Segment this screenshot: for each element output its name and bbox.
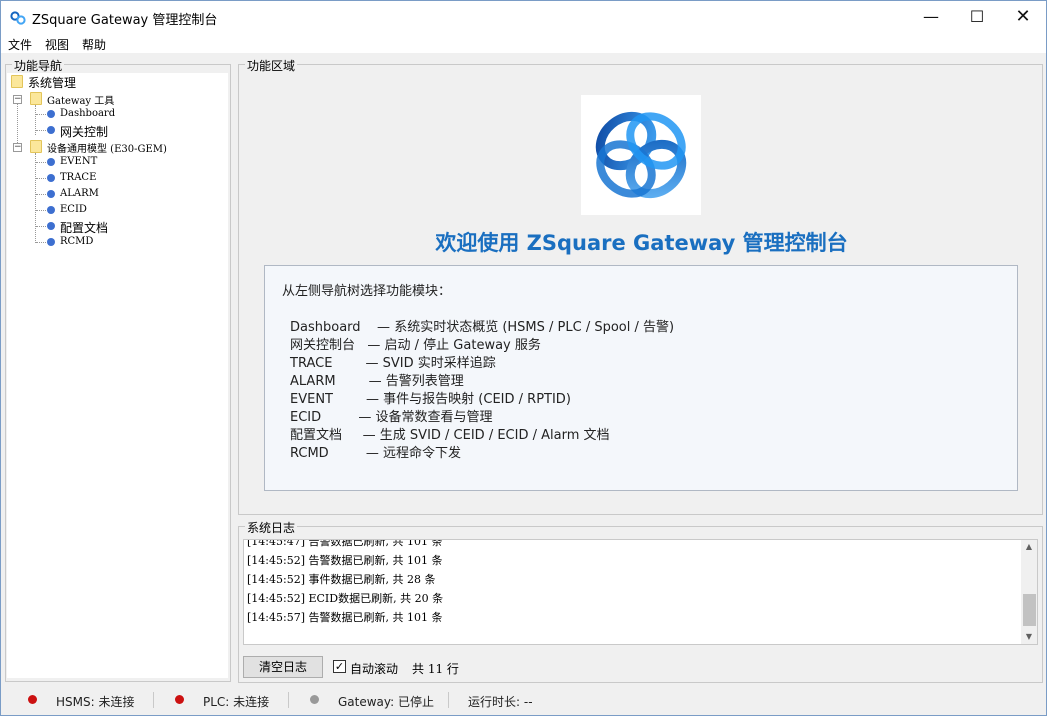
- node-bullet-icon: [47, 110, 55, 118]
- tree-item-label: Dashboard: [60, 108, 116, 119]
- log-line: [14:45:52] ECID数据已刷新, 共 20 条: [247, 592, 444, 605]
- log-line: [14:45:47] 告警数据已刷新, 共 101 条: [247, 539, 443, 548]
- gateway-status-dot-icon: [310, 695, 319, 704]
- nav-tree[interactable]: 系统管理 − Gateway 工具 Dashboard 网关控制 − 设备通用模…: [7, 73, 228, 678]
- info-line-config: 配置文档 — 生成 SVID / CEID / ECID / Alarm 文档: [290, 428, 610, 443]
- tree-root-label: 系统管理: [28, 76, 77, 90]
- tree-item-ecid[interactable]: ECID: [7, 203, 228, 219]
- folder-icon: [30, 140, 42, 153]
- tree-item-event[interactable]: EVENT: [7, 155, 228, 171]
- tree-item-trace[interactable]: TRACE: [7, 171, 228, 187]
- status-bar: HSMS: 未连接 PLC: 未连接 Gateway: 已停止 运行时长: --: [1, 687, 1046, 715]
- main-window: ZSquare Gateway 管理控制台 — ☐ ✕ 文件 视图 帮助 功能导…: [0, 0, 1047, 716]
- collapse-icon[interactable]: −: [13, 143, 22, 152]
- tree-item-label: RCMD: [60, 236, 94, 247]
- tree-item-label: ALARM: [60, 188, 99, 199]
- tree-item-label: 配置文档: [60, 221, 109, 235]
- log-line: [14:45:57] 告警数据已刷新, 共 101 条: [247, 611, 443, 624]
- tree-group-model[interactable]: − 设备通用模型 (E30-GEM): [7, 139, 228, 155]
- node-bullet-icon: [47, 238, 55, 246]
- uptime-status: 运行时长: --: [468, 695, 533, 709]
- maximize-button[interactable]: ☐: [954, 1, 1000, 33]
- log-line: [14:45:52] 事件数据已刷新, 共 28 条: [247, 573, 436, 586]
- status-divider: [153, 692, 154, 708]
- tree-item-label: 网关控制: [60, 125, 109, 139]
- function-panel-title: 功能区域: [245, 57, 298, 74]
- node-bullet-icon: [47, 126, 55, 134]
- scroll-up-icon[interactable]: ▲: [1021, 540, 1037, 554]
- tree-root[interactable]: 系统管理: [7, 74, 228, 90]
- status-divider: [448, 692, 449, 708]
- gateway-status: Gateway: 已停止: [338, 695, 434, 709]
- plc-status-dot-icon: [175, 695, 184, 704]
- tree-item-config-doc[interactable]: 配置文档: [7, 219, 228, 235]
- log-scrollbar[interactable]: ▲ ▼: [1021, 540, 1037, 644]
- minimize-button[interactable]: —: [908, 1, 954, 33]
- node-bullet-icon: [47, 190, 55, 198]
- tree-item-label: EVENT: [60, 156, 98, 167]
- tree-item-alarm[interactable]: ALARM: [7, 187, 228, 203]
- tree-item-label: TRACE: [60, 172, 97, 183]
- hsms-status-dot-icon: [28, 695, 37, 704]
- close-button[interactable]: ✕: [1000, 1, 1046, 33]
- menu-view[interactable]: 视图: [45, 36, 69, 53]
- menu-help[interactable]: 帮助: [82, 36, 106, 53]
- node-bullet-icon: [47, 222, 55, 230]
- auto-scroll-checkbox[interactable]: ✓: [333, 660, 346, 673]
- nav-panel-title: 功能导航: [12, 57, 65, 74]
- menu-bar: 文件 视图 帮助: [1, 33, 1046, 53]
- info-line-rcmd: RCMD — 远程命令下发: [290, 446, 462, 461]
- app-logo-icon: [10, 11, 26, 25]
- zsquare-logo: [581, 95, 701, 215]
- folder-icon: [11, 75, 23, 88]
- auto-scroll-label: 自动滚动: [350, 662, 399, 676]
- tree-item-gateway-control[interactable]: 网关控制: [7, 123, 228, 139]
- log-line-count: 共 11 行: [412, 662, 459, 676]
- tree-group-gateway[interactable]: − Gateway 工具: [7, 91, 228, 107]
- tree-group-model-label: 设备通用模型 (E30-GEM): [47, 144, 167, 155]
- node-bullet-icon: [47, 174, 55, 182]
- welcome-heading: 欢迎使用 ZSquare Gateway 管理控制台: [435, 231, 848, 255]
- node-bullet-icon: [47, 158, 55, 166]
- log-line: [14:45:52] 告警数据已刷新, 共 101 条: [247, 554, 443, 567]
- info-line-event: EVENT — 事件与报告映射 (CEID / RPTID): [290, 392, 571, 407]
- tree-group-gateway-label: Gateway 工具: [47, 96, 115, 107]
- hsms-status: HSMS: 未连接: [56, 695, 135, 709]
- tree-item-rcmd[interactable]: RCMD: [7, 235, 228, 251]
- info-panel: 从左侧导航树选择功能模块： Dashboard — 系统实时状态概览 (HSMS…: [264, 265, 1018, 491]
- clear-log-button[interactable]: 清空日志: [243, 656, 323, 678]
- title-bar: ZSquare Gateway 管理控制台 — ☐ ✕: [1, 1, 1046, 33]
- tree-item-label: ECID: [60, 204, 87, 215]
- log-textarea[interactable]: [14:45:47] 告警数据已刷新, 共 101 条 [14:45:52] 告…: [243, 539, 1038, 645]
- tree-item-dashboard[interactable]: Dashboard: [7, 107, 228, 123]
- scroll-thumb[interactable]: [1023, 594, 1036, 626]
- info-line-gateway: 网关控制台 — 启动 / 停止 Gateway 服务: [290, 338, 541, 353]
- zsquare-logo-icon: [595, 111, 687, 199]
- status-divider: [288, 692, 289, 708]
- log-panel-title: 系统日志: [245, 519, 298, 536]
- info-intro: 从左侧导航树选择功能模块：: [282, 284, 452, 299]
- info-line-alarm: ALARM — 告警列表管理: [290, 374, 464, 389]
- window-title: ZSquare Gateway 管理控制台: [32, 13, 218, 28]
- plc-status: PLC: 未连接: [203, 695, 270, 709]
- info-line-ecid: ECID — 设备常数查看与管理: [290, 410, 493, 425]
- info-line-dashboard: Dashboard — 系统实时状态概览 (HSMS / PLC / Spool…: [290, 320, 675, 335]
- collapse-icon[interactable]: −: [13, 95, 22, 104]
- node-bullet-icon: [47, 206, 55, 214]
- menu-file[interactable]: 文件: [8, 36, 32, 53]
- scroll-down-icon[interactable]: ▼: [1021, 630, 1037, 644]
- folder-icon: [30, 92, 42, 105]
- info-line-trace: TRACE — SVID 实时采样追踪: [290, 356, 496, 371]
